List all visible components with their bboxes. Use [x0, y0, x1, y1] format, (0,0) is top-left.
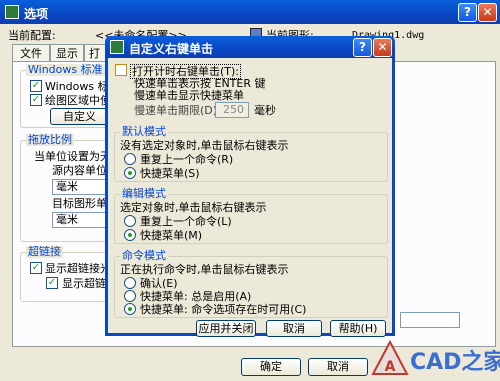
sub-title-bar[interactable]: 自定义右键单击 ? ✕: [105, 36, 395, 58]
custom-right-click-button[interactable]: 自定义: [50, 108, 110, 125]
current-config-label: 当前配置:: [8, 29, 56, 42]
sub-close-icon[interactable]: ✕: [373, 38, 392, 57]
default-repeat-radio[interactable]: [124, 153, 136, 165]
options-title-bar[interactable]: 选项 ? ✕: [0, 0, 500, 24]
command-mode-title: 命令模式: [120, 249, 168, 262]
cancel-button[interactable]: 取消: [308, 358, 368, 376]
hyperlink-checkbox-1[interactable]: ✓: [30, 262, 42, 274]
edit-repeat-radio[interactable]: [124, 215, 136, 227]
source-unit-label: 源内容单位: [52, 164, 107, 177]
default-mode-desc: 没有选定对象时,单击鼠标右键表示: [120, 139, 289, 152]
target-unit-select[interactable]: 毫米: [52, 212, 110, 228]
slow-click-label: 慢速单击期限(D):: [134, 104, 221, 117]
custom-right-click-dialog: 自定义右键单击 ? ✕ 打开计时右键单击(T): 快速单击表示按 ENTER 键…: [105, 36, 395, 337]
command-options-menu-radio[interactable]: [124, 303, 136, 315]
edit-mode-title: 编辑模式: [120, 187, 168, 200]
sub-help-button[interactable]: 帮助(H): [330, 320, 386, 337]
watermark-text: CAD之家: [410, 350, 500, 375]
help-icon[interactable]: ?: [458, 3, 477, 22]
windows-std-checkbox-2[interactable]: ✓: [30, 94, 42, 106]
source-unit-select[interactable]: 毫米: [52, 179, 110, 195]
windows-standard-label: Windows 标准: [26, 63, 105, 76]
windows-std-checkbox-1[interactable]: ✓: [30, 80, 42, 92]
close-icon[interactable]: ✕: [478, 3, 497, 22]
tab-display[interactable]: 显示: [50, 44, 84, 62]
edit-repeat-label: 重复上一个命令(L): [140, 215, 232, 228]
sub-title: 自定义右键单击: [129, 42, 214, 56]
sub-body: 打开计时右键单击(T): 快速单击表示按 ENTER 键 慢速单击显示快捷菜单 …: [108, 58, 392, 337]
default-repeat-label: 重复上一个命令(R): [140, 153, 234, 166]
command-always-menu-label: 快捷菜单: 总是启用(A): [140, 290, 252, 303]
app-icon: [5, 5, 19, 19]
sub-help-icon[interactable]: ?: [353, 38, 372, 57]
edit-menu-label: 快捷菜单(M): [140, 229, 203, 242]
command-mode-desc: 正在执行命令时,单击鼠标右键表示: [120, 263, 289, 276]
slow-click-unit: 毫秒: [254, 104, 276, 117]
apply-close-button[interactable]: 应用并关闭: [196, 320, 256, 337]
timed-right-click-checkbox[interactable]: [115, 64, 127, 76]
svg-text:A: A: [385, 359, 396, 375]
scale-group-label: 拖放比例: [26, 133, 74, 146]
slow-click-input[interactable]: 250: [215, 102, 249, 118]
sub-app-icon: [110, 40, 124, 54]
tab-files[interactable]: 文件: [12, 44, 50, 62]
command-options-menu-label: 快捷菜单: 命令选项存在时可用(C): [140, 303, 307, 316]
command-always-menu-radio[interactable]: [124, 290, 136, 302]
edit-menu-radio[interactable]: [124, 229, 136, 241]
command-confirm-radio[interactable]: [124, 277, 136, 289]
sub-cancel-button[interactable]: 取消: [266, 320, 322, 337]
quick-click-line-2: 慢速单击显示快捷菜单: [134, 89, 244, 102]
default-menu-label: 快捷菜单(S): [140, 167, 200, 180]
hyperlink-label-2: 显示超链: [62, 277, 106, 290]
hyperlink-checkbox-2[interactable]: ✓: [46, 277, 58, 289]
watermark: A CAD之家: [368, 338, 500, 381]
edit-mode-desc: 选定对象时,单击鼠标右键表示: [120, 201, 267, 214]
right-field[interactable]: [400, 312, 460, 328]
default-mode-title: 默认模式: [120, 125, 168, 138]
options-title: 选项: [24, 7, 49, 21]
hyperlink-group-label: 超链接: [26, 245, 63, 258]
ok-button[interactable]: 确定: [241, 358, 301, 376]
command-confirm-label: 确认(E): [140, 277, 178, 290]
default-menu-radio[interactable]: [124, 167, 136, 179]
watermark-logo-icon: A: [371, 339, 409, 375]
